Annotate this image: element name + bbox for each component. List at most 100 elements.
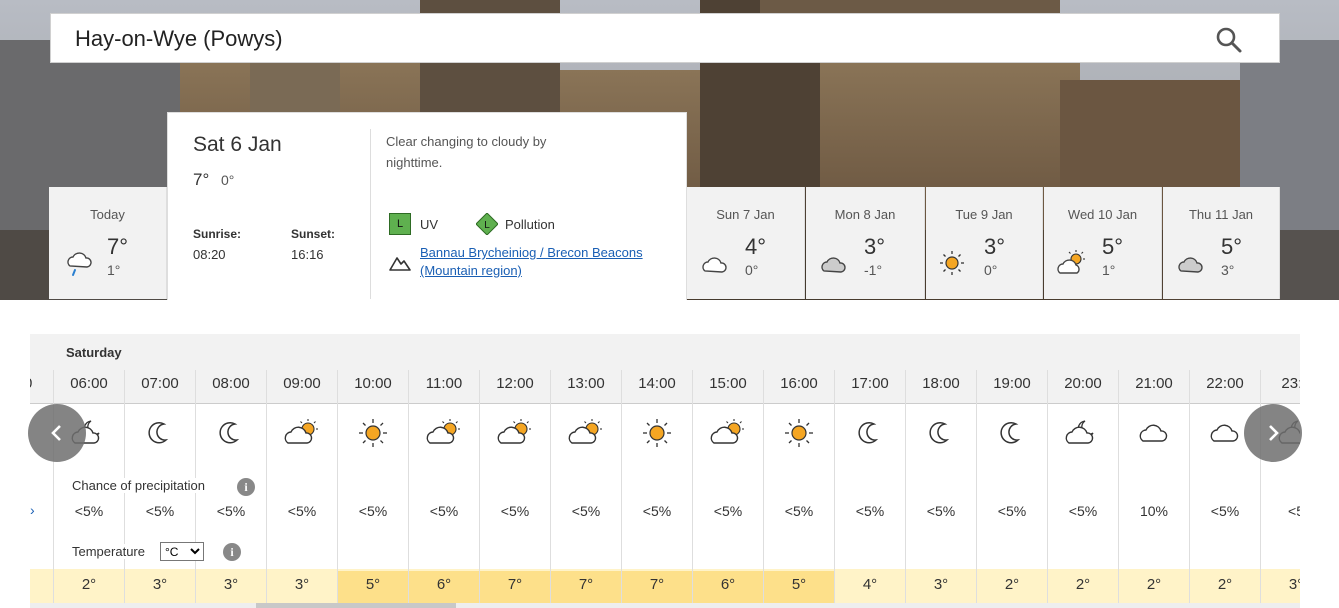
uv-badge: L — [389, 213, 411, 235]
precip-row-label: Chance of precipitation — [72, 478, 205, 493]
hour-column: 19:00 <5% 2° — [976, 370, 1047, 608]
sun-cloud-icon — [426, 419, 460, 444]
hour-precip: <5% — [642, 503, 672, 519]
hour-column: 09:00 <5% 3° — [266, 370, 337, 608]
scroll-right-button[interactable] — [1244, 404, 1302, 462]
pollution-badge-icon: L — [476, 213, 498, 235]
hour-column: 11:00 <5% 6° — [408, 370, 479, 608]
selected-day-panel: Sat 6 Jan 7° 0° Sunrise: 08:20 Sunset: 1… — [167, 112, 687, 300]
hour-time: 15:00 — [709, 375, 747, 392]
cloud-rain-icon — [67, 252, 92, 276]
pollution-badge-text: L — [484, 220, 490, 231]
panel-divider — [370, 129, 371, 299]
hour-precip: <5% — [429, 503, 459, 519]
uv-label[interactable]: UV — [420, 217, 438, 232]
day-tab-min: -1° — [864, 262, 883, 278]
scroll-left-button[interactable] — [28, 404, 86, 462]
moon-icon — [929, 421, 950, 444]
day-tab-label: Thu 11 Jan — [1188, 207, 1254, 222]
scrollbar-thumb[interactable] — [256, 603, 456, 608]
day-tab-tue[interactable]: Tue 9 Jan 3° 0° — [926, 187, 1043, 299]
chevron-left-icon — [51, 425, 61, 441]
grey-cloud-icon — [1178, 257, 1203, 273]
sun-icon — [940, 251, 964, 275]
sunrise-label: Sunrise: — [193, 227, 242, 241]
moon-icon — [1000, 421, 1021, 444]
moon-icon — [148, 421, 169, 444]
mountain-icon — [389, 257, 411, 271]
hour-time: 08:00 — [212, 375, 250, 392]
day-tab-wed[interactable]: Wed 10 Jan 5° 1° — [1044, 187, 1162, 299]
sun-cloud-icon — [1057, 250, 1085, 274]
partial-precip-label: › — [30, 502, 35, 518]
hour-time: 21:00 — [1135, 375, 1173, 392]
hour-column: 20:00 <5% 2° — [1047, 370, 1118, 608]
hour-precip: <5% — [926, 503, 956, 519]
hour-column: 08:00 <5% 3° — [195, 370, 266, 608]
temperature-unit-select[interactable]: °C °F — [160, 542, 204, 561]
day-tab-label: Today — [90, 207, 125, 222]
hour-precip: <5% — [997, 503, 1027, 519]
hour-precip: <5% — [287, 503, 317, 519]
hour-precip: <5% — [855, 503, 885, 519]
hourly-forecast: Saturday 0 › 06:00<5%2°07:00<5%3°08:00<5… — [30, 334, 1300, 608]
hour-column: 14:00 <5% 7° — [621, 370, 692, 608]
day-tab-thu[interactable]: Thu 11 Jan 5° 3° — [1163, 187, 1280, 299]
hour-column: 15:00 <5% 6° — [692, 370, 763, 608]
hour-time: 07:00 — [141, 375, 179, 392]
hour-column: 10:00 <5% 5° — [337, 370, 408, 608]
hour-precip: <5 — [1288, 503, 1300, 519]
day-tab-max: 7° — [107, 234, 129, 259]
precip-info-icon[interactable]: i — [237, 478, 255, 496]
day-tab-max: 4° — [745, 234, 767, 259]
day-tab-label: Sun 7 Jan — [716, 207, 775, 222]
day-tab-min: 1° — [107, 262, 121, 278]
day-tab-max: 5° — [1221, 234, 1243, 259]
hour-precip: <5% — [571, 503, 601, 519]
mountain-forecast-link[interactable]: Bannau Brycheiniog / Brecon Beacons (Mou… — [420, 244, 670, 280]
sun-icon — [359, 419, 387, 447]
temp-info-icon[interactable]: i — [223, 543, 241, 561]
hour-precip: <5% — [74, 503, 104, 519]
sun-cloud-icon — [568, 419, 602, 444]
day-tab-sun[interactable]: Sun 7 Jan 4° 0° — [687, 187, 805, 299]
day-tab-min: 1° — [1102, 262, 1116, 278]
cloud-icon — [1210, 424, 1239, 442]
hour-precip: <5% — [358, 503, 388, 519]
grey-cloud-icon — [821, 257, 846, 273]
day-tab-mon[interactable]: Mon 8 Jan 3° -1° — [806, 187, 925, 299]
sun-icon — [643, 419, 671, 447]
day-tab-min: 0° — [745, 262, 759, 278]
hour-time: 17:00 — [851, 375, 889, 392]
hour-precip: <5% — [216, 503, 246, 519]
moon-icon — [858, 421, 879, 444]
sunrise-time: 08:20 — [193, 247, 226, 262]
hour-time: 09:00 — [283, 375, 321, 392]
hour-column: 12:00 <5% 7° — [479, 370, 550, 608]
search-icon[interactable] — [1215, 26, 1243, 54]
hour-precip: <5% — [145, 503, 175, 519]
moon-icon — [219, 421, 240, 444]
sunset-time: 16:16 — [291, 247, 324, 262]
sun-cloud-icon — [710, 419, 744, 444]
day-tab-max: 5° — [1102, 234, 1124, 259]
day-tab-today[interactable]: Today 7° 1° — [49, 187, 167, 299]
hour-column: 21:00 10% 2° — [1118, 370, 1189, 608]
day-description: Clear changing to cloudy by nighttime. — [386, 134, 547, 170]
hour-time: 13:00 — [567, 375, 605, 392]
hourly-day-name: Saturday — [66, 345, 122, 360]
selected-day-min: 0° — [221, 172, 235, 188]
hour-time: 10:00 — [354, 375, 392, 392]
sunset-label: Sunset: — [291, 227, 336, 241]
day-tab-max: 3° — [864, 234, 886, 259]
pollution-label[interactable]: Pollution — [505, 217, 555, 232]
day-tab-label: Tue 9 Jan — [955, 207, 1013, 222]
hour-time: 11:00 — [425, 375, 463, 392]
location-search-input[interactable] — [75, 22, 1175, 56]
hour-column: 13:00 <5% 7° — [550, 370, 621, 608]
hour-time: 20:00 — [1064, 375, 1102, 392]
hourly-scrollbar[interactable] — [30, 603, 1300, 608]
sun-cloud-icon — [284, 419, 318, 444]
hour-time: 06:00 — [70, 375, 108, 392]
hour-precip: <5% — [1068, 503, 1098, 519]
